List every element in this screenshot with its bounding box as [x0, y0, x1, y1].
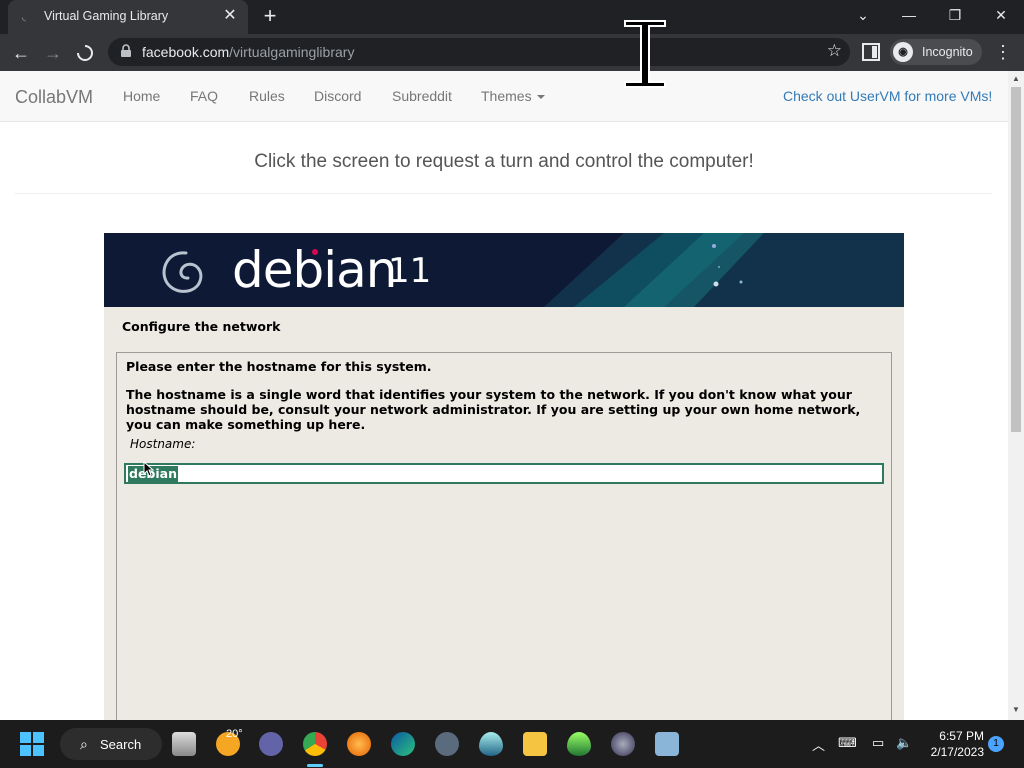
installer-question: Please enter the hostname for this syste… — [126, 359, 432, 374]
start-button[interactable] — [20, 732, 44, 756]
clock-date: 2/17/2023 — [930, 745, 984, 759]
incognito-icon: ◉ — [893, 42, 913, 62]
menu-icon[interactable]: ⋮ — [994, 40, 1012, 64]
droplet-icon[interactable] — [479, 732, 503, 756]
uservm-link[interactable]: Check out UserVM for more VMs! — [783, 88, 992, 104]
keyboard-icon[interactable]: ⌨ — [838, 735, 857, 751]
vm-screen[interactable]: debian 11 Configure the network Please e… — [104, 233, 904, 720]
restore-button[interactable]: ❐ — [932, 0, 978, 30]
debian-banner: debian 11 — [104, 233, 904, 307]
taskbar-search[interactable]: ⌕ Search — [60, 728, 162, 760]
nav-rules[interactable]: Rules — [249, 88, 285, 104]
debian-version: 11 — [388, 251, 432, 291]
divider — [15, 193, 992, 194]
text-cursor-icon — [624, 20, 666, 88]
url-path: /virtualgaminglibrary — [229, 44, 355, 60]
bookmark-star-icon[interactable]: ☆ — [827, 41, 842, 61]
incognito-badge[interactable]: ◉ Incognito — [890, 39, 982, 65]
incognito-label: Incognito — [922, 45, 973, 59]
site-navbar: CollabVM Home FAQ Rules Discord Subreddi… — [0, 71, 1008, 122]
installer-section-title: Configure the network — [122, 319, 281, 334]
nav-home[interactable]: Home — [123, 88, 160, 104]
chrome-icon[interactable] — [303, 732, 327, 756]
image-app-icon[interactable] — [655, 732, 679, 756]
close-window-button[interactable]: ✕ — [978, 0, 1024, 30]
network-icon[interactable]: ▭ — [872, 735, 884, 751]
nav-discord[interactable]: Discord — [314, 88, 361, 104]
edge-icon[interactable] — [391, 732, 415, 756]
clock-time: 6:57 PM — [939, 729, 984, 743]
search-icon: ⌕ — [80, 736, 88, 752]
browser-toolbar: ← → facebook.com/virtualgaminglibrary ☆ … — [0, 34, 1024, 71]
active-app-indicator — [307, 764, 323, 767]
lock-icon[interactable] — [120, 44, 134, 58]
hostname-field[interactable]: debian — [124, 463, 884, 484]
minimize-button[interactable]: — — [886, 0, 932, 30]
side-panel-icon[interactable] — [862, 43, 880, 61]
url-text[interactable]: facebook.com/virtualgaminglibrary — [142, 44, 354, 60]
weather-temp: 20° — [226, 728, 243, 740]
installer-description: The hostname is a single word that ident… — [126, 387, 861, 432]
installer-panel: Please enter the hostname for this syste… — [116, 352, 892, 720]
windows-taskbar: ⌕ Search 20° ︿ ⌨ ▭ 🔈 6:57 PM 2/17/2023 1 — [0, 720, 1024, 768]
close-tab-icon[interactable]: ✕ — [220, 6, 240, 26]
chevron-up-icon[interactable]: ︿ — [812, 735, 825, 754]
task-view-icon[interactable] — [172, 732, 196, 756]
volume-icon[interactable]: 🔈 — [896, 735, 912, 751]
site-brand[interactable]: CollabVM — [15, 87, 93, 108]
settings-gear-icon[interactable] — [435, 732, 459, 756]
hostname-label: Hostname: — [130, 437, 196, 451]
nav-themes-dropdown[interactable]: Themes — [481, 88, 545, 104]
tab-search-icon[interactable]: ⌄ — [840, 0, 886, 30]
search-label: Search — [100, 737, 142, 752]
browser-tab[interactable]: ◟ Virtual Gaming Library ✕ — [8, 0, 248, 34]
chat-icon[interactable] — [259, 732, 283, 756]
mouse-cursor-icon — [143, 461, 155, 477]
debian-swirl-icon — [162, 251, 203, 293]
tab-title: Virtual Gaming Library — [44, 9, 169, 23]
nav-faq[interactable]: FAQ — [190, 88, 218, 104]
new-tab-button[interactable]: + — [258, 5, 282, 29]
turn-prompt: Click the screen to request a turn and c… — [254, 151, 754, 172]
debian-dot — [312, 249, 318, 255]
notification-badge[interactable]: 1 — [988, 736, 1004, 752]
system-clock[interactable]: 6:57 PM 2/17/2023 — [924, 728, 984, 760]
caret-down-icon — [536, 95, 545, 100]
back-button[interactable]: ← — [8, 40, 34, 66]
scroll-up-arrow-icon[interactable]: ▲ — [1012, 74, 1020, 83]
url-host: facebook.com — [142, 44, 230, 60]
stop-loading-button[interactable] — [72, 40, 98, 66]
file-explorer-icon[interactable] — [523, 732, 547, 756]
firefox-icon[interactable] — [347, 732, 371, 756]
browser-titlebar: ◟ Virtual Gaming Library ✕ + ⌄ — ❐ ✕ — [0, 0, 1024, 34]
page-scrollbar[interactable]: ▲ ▼ — [1008, 71, 1024, 720]
spinner-icon — [77, 45, 93, 61]
nav-subreddit[interactable]: Subreddit — [392, 88, 452, 104]
gear-app-icon[interactable] — [611, 732, 635, 756]
forward-button[interactable]: → — [40, 40, 66, 66]
scrollbar-thumb[interactable] — [1011, 87, 1021, 432]
scroll-down-arrow-icon[interactable]: ▼ — [1012, 705, 1020, 714]
themes-label: Themes — [481, 88, 532, 104]
page-content: CollabVM Home FAQ Rules Discord Subreddi… — [0, 71, 1008, 720]
banner-background — [544, 233, 904, 307]
loading-icon: ◟ — [22, 12, 26, 23]
green-droplet-icon[interactable] — [567, 732, 591, 756]
address-bar[interactable]: facebook.com/virtualgaminglibrary ☆ — [108, 38, 850, 66]
